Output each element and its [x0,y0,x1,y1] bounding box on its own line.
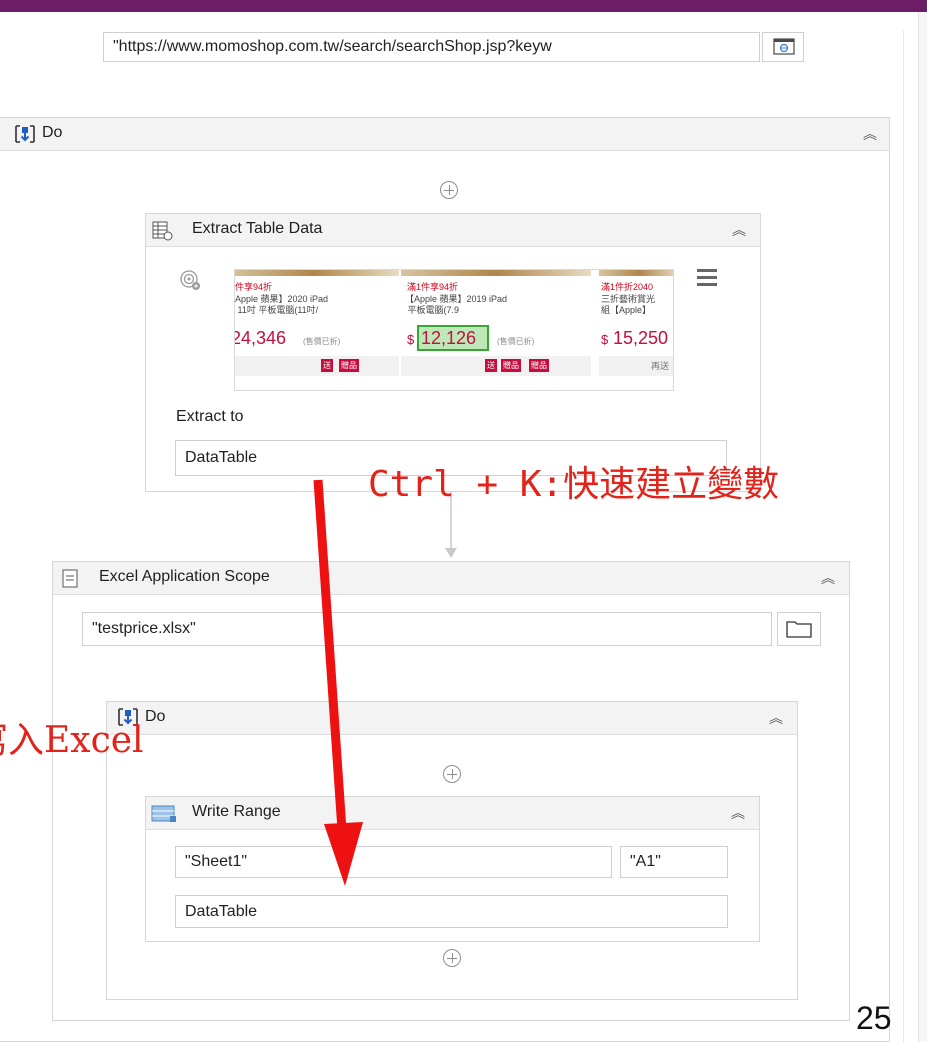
write-datatable-field[interactable]: DataTable [175,895,728,928]
outer-do-header[interactable]: Do ︽ [0,118,889,151]
add-activity-icon[interactable] [443,765,461,783]
screenshot-preview: 件享94折 Apple 蘋果】2020 iPad 11吋 平板電腦(11吋/ 2… [234,269,674,391]
product-desc: Apple 蘋果】2020 iPad 11吋 平板電腦(11吋/ [235,294,329,315]
extract-table-icon [152,221,173,241]
write-range-icon [151,805,176,822]
badge: 贈品 [529,359,549,372]
title-bar [0,0,927,12]
url-field[interactable]: "https://www.momoshop.com.tw/search/sear… [103,32,760,62]
workbook-path-field[interactable]: "testprice.xlsx" [82,612,772,646]
page-number: 25 [856,1000,892,1036]
extract-table-title: Extract Table Data [192,220,323,237]
badge: 贈品 [339,359,359,372]
shortcut-annotation: Ctrl + K:快速建立變數 [368,464,780,505]
write-datatable-value: DataTable [185,903,258,920]
badge: 送 [485,359,497,372]
outer-do-collapse-icon[interactable]: ︽ [863,124,877,144]
write-range-header[interactable]: Write Range ︽ [146,797,759,830]
product-price: 24,346 [234,328,287,348]
product-desc: 三折藝術賞光 組【Apple】 [601,294,656,315]
sheet-name-field[interactable]: "Sheet1" [175,846,612,878]
excel-scope-title: Excel Application Scope [99,568,270,585]
outer-do-title: Do [42,124,63,141]
promo-label: 滿1件折2040 [601,282,654,292]
promo-footer-text: 再送 [651,361,670,371]
price-prefix: $ [407,332,415,347]
add-activity-icon[interactable] [440,181,458,199]
price-note: (售價已折) [303,337,341,346]
product-price: 12,126 [421,328,477,348]
extract-table-header[interactable]: Extract Table Data ︽ [146,214,760,247]
excel-scope-header[interactable]: Excel Application Scope ︽ [53,562,849,595]
write-range-title: Write Range [192,803,281,820]
annotation-arrow [313,479,363,886]
starting-cell-field[interactable]: "A1" [620,846,728,878]
inner-do-header[interactable]: Do ︽ [107,702,797,735]
write-range-collapse-icon[interactable]: ︽ [731,803,745,823]
badge: 贈品 [501,359,521,372]
product-desc: 【Apple 蘋果】2019 iPad 平板電腦(7.9 [405,294,508,315]
open-browser-button[interactable] [762,32,804,62]
excel-scope-icon [62,569,78,588]
preview-product-3: 滿1件折2040 三折藝術賞光 組【Apple】 $ 15,250 再送 [599,270,673,390]
browser-icon [773,38,795,55]
promo-label: 滿1件享94折 [407,282,459,292]
right-panel [918,12,927,1042]
add-activity-icon[interactable] [443,949,461,967]
target-icon[interactable] [178,268,204,294]
write-excel-annotation: 寫入Excel [0,720,144,761]
browse-file-button[interactable] [777,612,821,646]
url-field-value: "https://www.momoshop.com.tw/search/sear… [113,38,552,55]
sheet-name-value: "Sheet1" [185,853,248,870]
extract-to-value: DataTable [185,449,258,466]
extract-to-label: Extract to [176,408,244,425]
designer-border [903,30,904,1042]
inner-do-title: Do [145,708,166,725]
starting-cell-value: "A1" [630,853,661,870]
sequence-icon [15,125,35,143]
hamburger-icon [697,269,717,286]
preview-product-1: 件享94折 Apple 蘋果】2020 iPad 11吋 平板電腦(11吋/ 2… [234,270,399,390]
excel-scope-collapse-icon[interactable]: ︽ [821,568,835,588]
price-note: (售價已折) [497,337,535,346]
inner-do-collapse-icon[interactable]: ︽ [769,708,783,728]
promo-label: 件享94折 [235,282,273,292]
menu-button[interactable] [693,265,723,293]
folder-icon [786,621,812,638]
price-prefix: $ [601,332,609,347]
preview-product-2: 滿1件享94折 【Apple 蘋果】2019 iPad 平板電腦(7.9 $ 1… [401,270,591,390]
workbook-path-value: "testprice.xlsx" [92,620,196,637]
badge: 送 [321,359,333,372]
product-price: 15,250 [613,328,669,348]
extract-table-collapse-icon[interactable]: ︽ [732,220,746,240]
